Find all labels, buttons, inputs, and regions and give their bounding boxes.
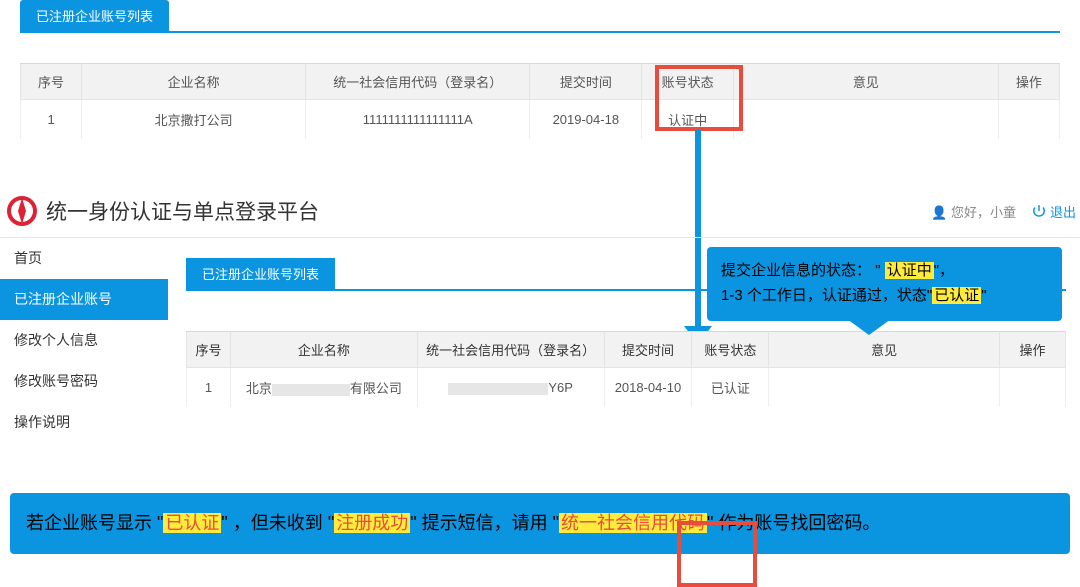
sidebar-item-help[interactable]: 操作说明 <box>0 402 168 443</box>
col-company: 企业名称 <box>230 332 417 368</box>
power-icon <box>1032 204 1046 218</box>
sidebar-item-home[interactable]: 首页 <box>0 238 168 279</box>
logout-link[interactable]: 退出 <box>1032 202 1076 221</box>
annotation-callout: 提交企业信息的状态： " 认证中"， 1-3 个工作日，认证通过，状态"已认证" <box>707 247 1062 321</box>
tab-registered-accounts[interactable]: 已注册企业账号列表 <box>186 258 335 289</box>
cell-index: 1 <box>21 100 82 140</box>
platform-logo-icon <box>6 195 38 227</box>
sidebar: 首页 已注册企业账号 修改个人信息 修改账号密码 操作说明 <box>0 238 168 443</box>
user-icon: 👤 <box>931 205 947 220</box>
redaction-mask <box>272 384 350 396</box>
banner-text: " <box>221 513 227 533</box>
tab-registered-accounts-top[interactable]: 已注册企业账号列表 <box>20 0 169 31</box>
cell-date: 2018-04-10 <box>604 368 692 408</box>
cell-status: 已认证 <box>692 368 769 408</box>
greeting-prefix: 您好， <box>951 205 990 220</box>
cell-company: 北京撒打公司 <box>82 100 306 140</box>
cell-code-suffix: Y6P <box>548 380 573 395</box>
col-opinion: 意见 <box>734 64 999 100</box>
redaction-mask <box>448 383 548 395</box>
callout-tail <box>847 319 891 335</box>
cell-company-suffix: 有限公司 <box>350 381 402 396</box>
banner-text: 提示短信，请用 <box>422 513 548 533</box>
top-panel: 已注册企业账号列表 序号 企业名称 统一社会信用代码（登录名） 提交时间 账号状… <box>0 0 1080 139</box>
callout-text: 1-3 个工作日，认证通过，状态" <box>721 287 932 304</box>
tab-underline-top <box>20 31 1060 33</box>
cell-date: 2019-04-18 <box>530 100 642 140</box>
callout-highlight: 已认证 <box>932 287 981 304</box>
platform-header: 统一身份认证与单点登录平台 👤 您好，小童 退出 <box>0 195 1080 238</box>
callout-text: " <box>875 262 880 279</box>
col-status: 账号状态 <box>642 64 734 100</box>
banner-text: " <box>707 513 713 533</box>
cell-code: 1111111111111111A <box>306 100 530 140</box>
cell-index: 1 <box>187 368 231 408</box>
cell-company: 北京 有限公司 <box>230 368 417 408</box>
col-date: 提交时间 <box>530 64 642 100</box>
col-index: 序号 <box>21 64 82 100</box>
callout-highlight: 认证中 <box>885 262 934 279</box>
sidebar-item-password[interactable]: 修改账号密码 <box>0 361 168 402</box>
banner-text: " <box>410 513 416 533</box>
accounts-table-top: 序号 企业名称 统一社会信用代码（登录名） 提交时间 账号状态 意见 操作 1 … <box>20 63 1060 139</box>
col-action: 操作 <box>1000 332 1066 368</box>
col-date: 提交时间 <box>604 332 692 368</box>
table-row: 1 北京 有限公司 Y6P 2018-04-10 已认证 <box>187 368 1066 408</box>
col-action: 操作 <box>998 64 1059 100</box>
cell-opinion <box>734 100 999 140</box>
cell-status: 认证中 <box>642 100 734 140</box>
greeting: 👤 您好，小童 <box>931 202 1016 221</box>
banner-highlight: 注册成功 <box>334 513 410 533</box>
annotation-bottom-banner: 若企业账号显示 "已认证" ，但未收到 "注册成功" 提示短信，请用 "统一社会… <box>10 493 1070 554</box>
logout-label: 退出 <box>1050 202 1076 221</box>
col-company: 企业名称 <box>82 64 306 100</box>
platform-title: 统一身份认证与单点登录平台 <box>46 196 319 226</box>
cell-opinion <box>769 368 1000 408</box>
col-index: 序号 <box>187 332 231 368</box>
cell-action <box>998 100 1059 140</box>
callout-text: 提交企业信息的状态： <box>721 262 871 279</box>
col-status: 账号状态 <box>692 332 769 368</box>
cell-company-prefix: 北京 <box>246 381 272 396</box>
callout-text: " <box>981 287 986 304</box>
greeting-name: 小童 <box>990 205 1016 220</box>
cell-action <box>1000 368 1066 408</box>
col-code: 统一社会信用代码（登录名） <box>417 332 604 368</box>
banner-highlight: 统一社会信用代码 <box>559 513 707 533</box>
col-code: 统一社会信用代码（登录名） <box>306 64 530 100</box>
sidebar-item-registered[interactable]: 已注册企业账号 <box>0 279 168 320</box>
accounts-table: 序号 企业名称 统一社会信用代码（登录名） 提交时间 账号状态 意见 操作 1 … <box>186 331 1066 407</box>
banner-text: 作为账号找回密码。 <box>718 513 880 533</box>
table-row: 1 北京撒打公司 1111111111111111A 2019-04-18 认证… <box>21 100 1060 140</box>
sidebar-item-profile[interactable]: 修改个人信息 <box>0 320 168 361</box>
cell-code: Y6P <box>417 368 604 408</box>
banner-text: 若企业账号显示 <box>26 513 152 533</box>
banner-highlight: 已认证 <box>163 513 221 533</box>
col-opinion: 意见 <box>769 332 1000 368</box>
banner-text: ，但未收到 <box>233 513 323 533</box>
callout-text: "， <box>934 262 954 279</box>
